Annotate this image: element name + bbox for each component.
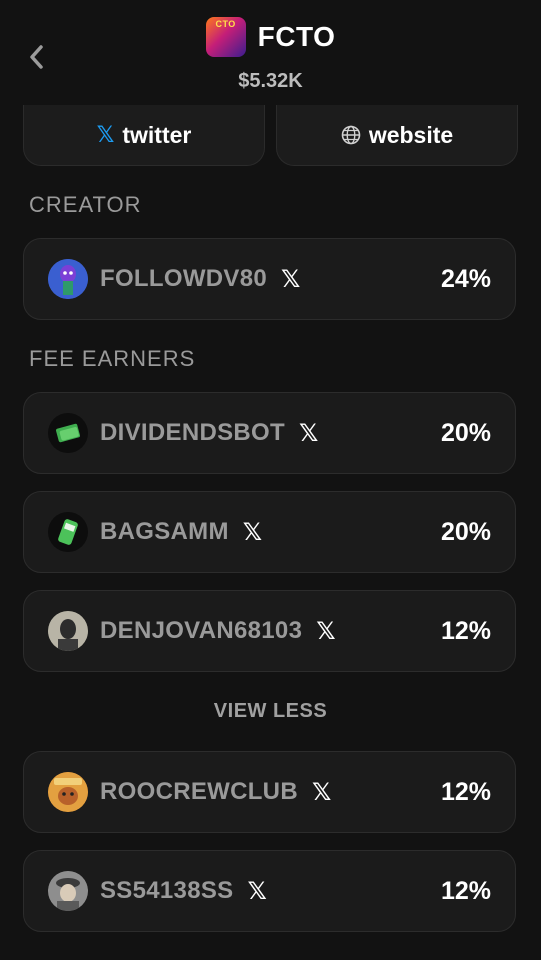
fee-earner-card[interactable]: BAGSAMM 𝕏 20% [23, 491, 516, 573]
fee-earner-card[interactable]: SS54138SS 𝕏 12% [23, 850, 516, 932]
twitter-link-button[interactable]: 𝕏 twitter [23, 105, 265, 166]
view-less-button[interactable]: VIEW LESS [0, 700, 541, 723]
fee-earner-avatar [48, 512, 88, 552]
x-logo-icon: 𝕏 [96, 122, 115, 147]
fee-earner-percent: 20% [440, 418, 491, 447]
fee-earner-name: BAGSAMM [100, 518, 229, 545]
fee-earner-avatar [48, 871, 88, 911]
x-logo-icon[interactable]: 𝕏 [243, 518, 262, 547]
header: CTO FCTO $5.32K [0, 0, 541, 105]
fee-earner-avatar [48, 611, 88, 651]
token-logo: CTO [205, 17, 246, 57]
creator-name: FOLLOWDV80 [100, 265, 268, 292]
token-title-row: CTO FCTO [0, 17, 541, 57]
fee-earners-section-title: FEE EARNERS [29, 346, 196, 371]
fee-earner-percent: 12% [440, 876, 491, 905]
fee-earner-avatar [48, 772, 88, 812]
x-logo-icon[interactable]: 𝕏 [312, 778, 331, 807]
token-name: FCTO [257, 21, 336, 52]
x-logo-icon[interactable]: 𝕏 [299, 419, 318, 448]
creator-avatar [48, 259, 88, 299]
x-logo-icon[interactable]: 𝕏 [281, 265, 300, 294]
fee-earner-name: SS54138SS [100, 877, 234, 904]
fee-earner-name: DIVIDENDSBOT [100, 419, 285, 446]
fee-earner-avatar [48, 413, 88, 453]
x-logo-icon[interactable]: 𝕏 [316, 617, 335, 646]
website-link-button[interactable]: website [276, 105, 518, 166]
creator-section-title: CREATOR [29, 192, 142, 217]
fee-earner-name: DENJOVAN68103 [100, 617, 303, 644]
fee-earner-card[interactable]: DIVIDENDSBOT 𝕏 20% [23, 392, 516, 474]
creator-percent: 24% [440, 264, 491, 293]
globe-icon [341, 125, 361, 145]
fee-earner-name: ROOCREWCLUB [100, 778, 298, 805]
market-cap: $5.32K [238, 70, 303, 92]
fee-earner-card[interactable]: DENJOVAN68103 𝕏 12% [23, 590, 516, 672]
token-logo-text: CTO [215, 19, 236, 29]
fee-earner-percent: 20% [440, 517, 491, 546]
fee-earner-percent: 12% [440, 616, 491, 645]
x-logo-icon[interactable]: 𝕏 [247, 877, 266, 906]
twitter-link-label: twitter [122, 121, 192, 148]
website-link-label: website [368, 121, 454, 148]
creator-card[interactable]: FOLLOWDV80 𝕏 24% [23, 238, 516, 320]
social-links: 𝕏 twitter website [23, 105, 518, 167]
fee-earner-percent: 12% [440, 777, 491, 806]
fee-earner-card[interactable]: ROOCREWCLUB 𝕏 12% [23, 751, 516, 833]
